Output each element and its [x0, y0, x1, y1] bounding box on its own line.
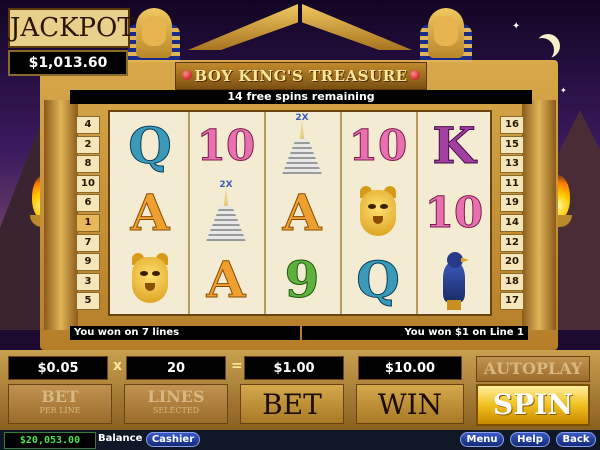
free-spins-status: 14 free spins remaining: [70, 90, 532, 104]
pharaoh-staircase-wild-icon: 2X: [196, 179, 256, 244]
payline-marker[interactable]: 15: [500, 135, 524, 154]
payline-marker[interactable]: 5: [76, 292, 100, 311]
payline-marker-active[interactable]: 1: [76, 213, 100, 232]
pharaoh-head-icon: [416, 2, 476, 64]
reel-symbol: Q: [340, 246, 416, 313]
cashier-button[interactable]: Cashier: [146, 432, 200, 447]
reel-symbol: [340, 179, 416, 246]
bet-per-line-button[interactable]: BET PER LINE: [8, 384, 112, 424]
win-value: $10.00: [358, 356, 462, 380]
reel-symbol: 10: [416, 179, 492, 246]
payline-marker[interactable]: 12: [500, 233, 524, 252]
payline-marker[interactable]: 14: [500, 213, 524, 232]
reel-symbol: A: [112, 179, 188, 246]
ruby-gem-icon: [182, 70, 192, 80]
reel-symbol: 9: [264, 246, 340, 313]
reel-symbol: A: [264, 179, 340, 246]
win-label: WIN: [356, 384, 464, 424]
line-win-message: You won $1 on Line 1: [302, 326, 528, 340]
autoplay-button[interactable]: AUTOPLAY: [476, 356, 590, 382]
equals-sign: =: [231, 358, 243, 374]
bet-label: BET: [240, 384, 344, 424]
reel-symbol: [112, 246, 188, 313]
help-button[interactable]: Help: [510, 432, 550, 447]
payline-markers-right: 16 15 13 11 19 14 12 20 18 17: [500, 116, 524, 312]
bet-per-line-sublabel: PER LINE: [39, 406, 81, 415]
star-icon: ✦: [512, 21, 521, 32]
slot-game-screen: ✦ ✦ ✦ BOY KING'S TREASURE JACKPOT $1,013…: [0, 0, 600, 450]
ruby-gem-icon: [410, 70, 420, 80]
reel-2: 10 2X A: [188, 112, 264, 314]
payline-marker[interactable]: 9: [76, 253, 100, 272]
queen-card-icon: Q: [128, 115, 173, 175]
payline-marker[interactable]: 18: [500, 272, 524, 291]
payline-marker[interactable]: 2: [76, 135, 100, 154]
payline-marker[interactable]: 10: [76, 174, 100, 193]
spin-button[interactable]: SPIN: [476, 384, 590, 426]
total-bet-value: $1.00: [244, 356, 344, 380]
reel-symbol: Q: [112, 112, 188, 179]
right-pillar: [522, 100, 556, 330]
bet-per-line-label: BET: [41, 387, 79, 406]
back-button[interactable]: Back: [556, 432, 596, 447]
jackpot-value: $1,013.60: [8, 50, 128, 76]
reel-grid: Q A 10 2X A 2X A 9 10 Q K 10: [108, 110, 492, 316]
reel-1: QA: [112, 112, 188, 314]
lines-sublabel: SELECTED: [152, 406, 200, 415]
golden-lion-mask-icon: [356, 185, 400, 240]
reel-3: 2X A 9: [264, 112, 340, 314]
reel-symbol: K: [416, 112, 492, 179]
reel-symbol: A: [188, 246, 264, 313]
bet-per-line-value: $0.05: [8, 356, 108, 380]
reel-4: 10 Q: [340, 112, 416, 314]
reel-symbol: 2X: [264, 112, 340, 179]
payline-marker[interactable]: 13: [500, 155, 524, 174]
wild-multiplier: 2X: [295, 112, 309, 123]
falcon-icon: [429, 250, 479, 310]
crescent-moon-icon: [530, 38, 554, 62]
lines-selected-value: 20: [126, 356, 226, 380]
golden-lion-mask-icon: [128, 252, 172, 307]
wild-multiplier: 2X: [219, 179, 233, 190]
star-icon: ✦: [560, 86, 567, 95]
ten-card-icon: 10: [196, 120, 256, 170]
multiply-sign: x: [113, 358, 123, 374]
menu-button[interactable]: Menu: [460, 432, 504, 447]
payline-marker[interactable]: 6: [76, 194, 100, 213]
reel-symbol: 10: [340, 112, 416, 179]
nine-card-icon: 9: [284, 249, 320, 309]
reel-symbol: 2X: [188, 179, 264, 246]
payline-marker[interactable]: 19: [500, 194, 524, 213]
payline-marker[interactable]: 3: [76, 272, 100, 291]
game-title: BOY KING'S TREASURE: [194, 67, 408, 85]
ace-card-icon: A: [282, 182, 322, 242]
left-pillar: [44, 100, 78, 330]
reel-5: K 10: [416, 112, 492, 314]
jackpot-label: JACKPOT: [8, 8, 135, 48]
reel-symbol: 10: [188, 112, 264, 179]
reel-symbol: [416, 246, 492, 313]
payline-markers-left: 4 2 8 10 6 1 7 9 3 5: [76, 116, 100, 312]
payline-marker[interactable]: 11: [500, 174, 524, 193]
lines-won-message: You won on 7 lines: [70, 326, 300, 340]
ace-card-icon: A: [130, 182, 170, 242]
payline-marker[interactable]: 17: [500, 292, 524, 311]
balance-value: $20,053.00: [4, 432, 96, 449]
lines-selected-button[interactable]: LINES SELECTED: [124, 384, 228, 424]
payline-marker[interactable]: 8: [76, 155, 100, 174]
king-card-icon: K: [432, 115, 476, 175]
ten-card-icon: 10: [348, 120, 408, 170]
queen-card-icon: Q: [356, 249, 401, 309]
game-title-banner: BOY KING'S TREASURE: [175, 62, 427, 90]
balance-label: Balance: [98, 433, 143, 444]
lines-label: LINES: [147, 387, 205, 406]
payline-marker[interactable]: 20: [500, 253, 524, 272]
ten-card-icon: 10: [424, 187, 484, 237]
payline-marker[interactable]: 4: [76, 116, 100, 134]
ace-card-icon: A: [206, 249, 246, 309]
payline-marker[interactable]: 16: [500, 116, 524, 134]
payline-marker[interactable]: 7: [76, 233, 100, 252]
pharaoh-staircase-wild-icon: 2X: [272, 112, 332, 177]
